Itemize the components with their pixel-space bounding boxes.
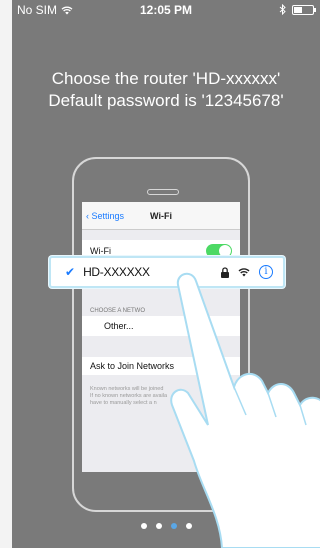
status-right xyxy=(279,4,316,15)
instruction-line-router: Choose the router 'HD-xxxxxx' xyxy=(51,69,281,88)
nav-title: Wi-Fi xyxy=(150,211,172,221)
checkmark-icon: ✔ xyxy=(65,265,76,279)
settings-nav-bar: ‹ Settings Wi-Fi xyxy=(82,202,240,230)
other-network-label: Other... xyxy=(104,321,134,331)
instruction-text: Choose the router 'HD-xxxxxx' Default pa… xyxy=(12,68,320,112)
bluetooth-icon xyxy=(279,4,286,15)
pointing-hand-icon xyxy=(170,272,320,548)
wifi-row-label: Wi-Fi xyxy=(90,246,111,256)
instruction-line-password: Default password is '12345678' xyxy=(48,91,284,110)
page-indicator xyxy=(12,523,320,529)
choose-network-label: CHOOSE A NETWO xyxy=(90,308,146,314)
page-dot-active[interactable] xyxy=(170,523,177,529)
page-dot[interactable] xyxy=(140,523,147,529)
phone-speaker xyxy=(147,189,179,195)
onboarding-screen: No SIM 12:05 PM Choose the router 'HD-xx… xyxy=(12,0,320,548)
page-dot[interactable] xyxy=(155,523,162,529)
clock: 12:05 PM xyxy=(139,3,193,17)
page-dot[interactable] xyxy=(185,523,192,529)
status-bar: No SIM 12:05 PM xyxy=(12,0,320,20)
battery-icon xyxy=(292,4,316,15)
